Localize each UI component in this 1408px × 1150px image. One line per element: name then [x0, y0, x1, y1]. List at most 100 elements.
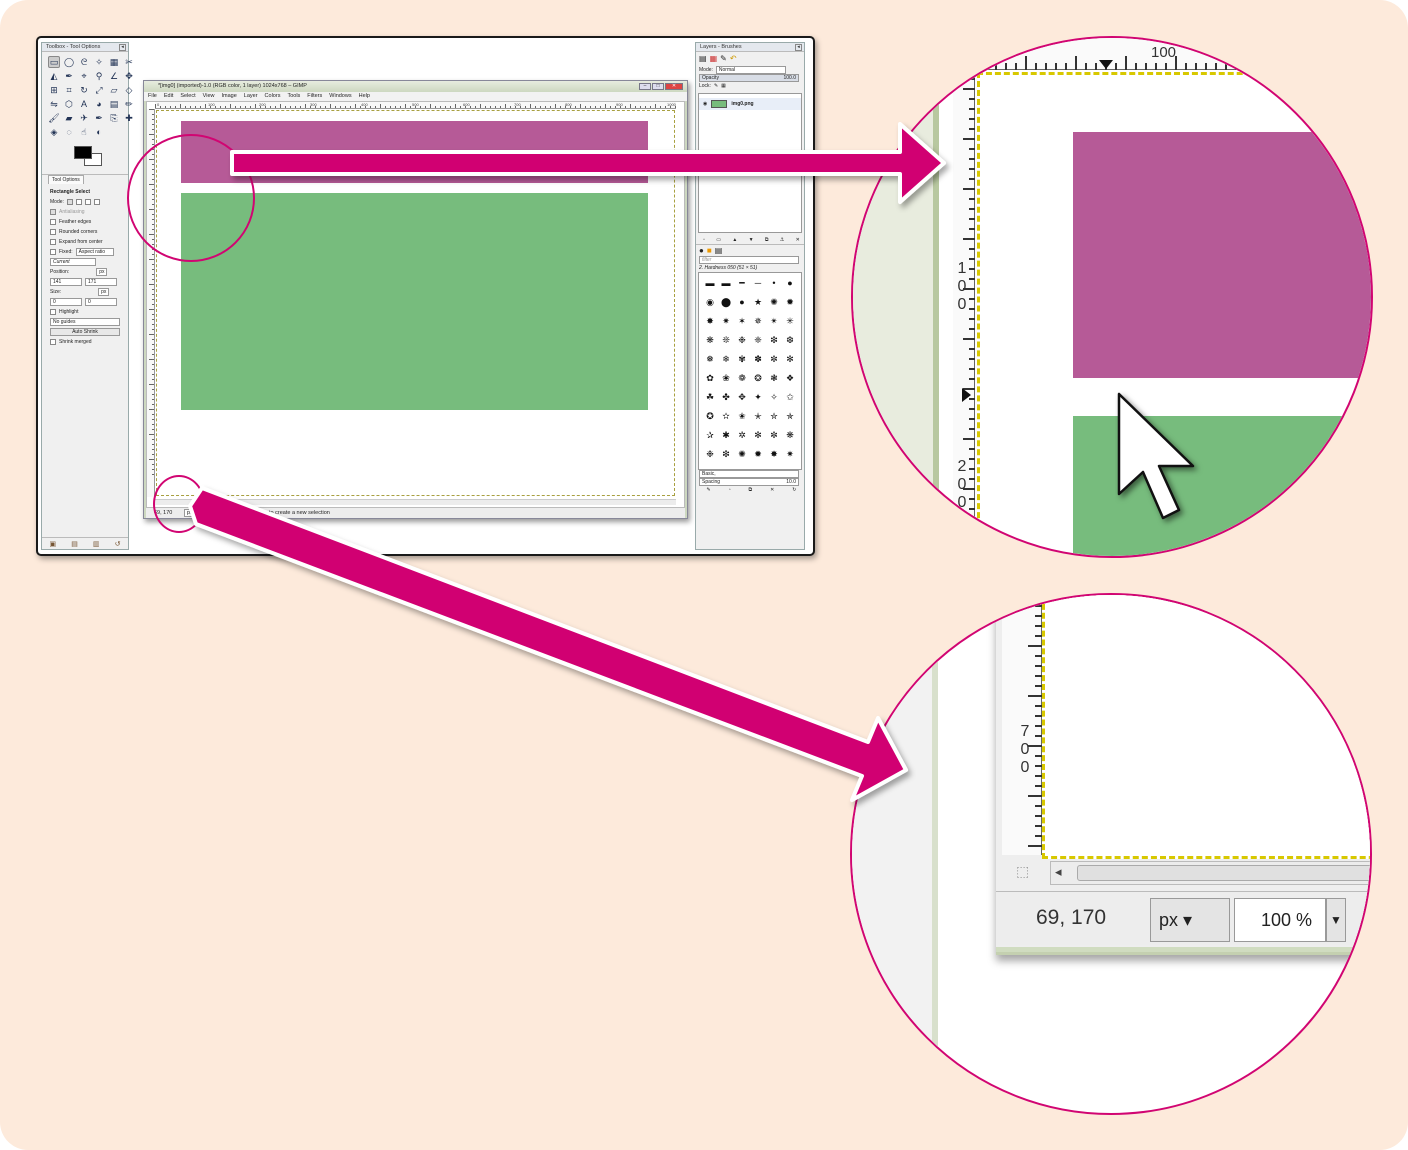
size-unit-select[interactable]: px [98, 288, 110, 296]
free-select-tool-icon[interactable]: ᘓ [78, 56, 90, 68]
foreground-select-tool-icon[interactable]: ◭ [48, 70, 60, 82]
brush-item[interactable]: ✺ [768, 296, 780, 308]
reset-options-icon[interactable]: ↺ [115, 540, 121, 548]
delete-layer-icon[interactable]: ✕ [796, 236, 800, 244]
delete-brush-icon[interactable]: ✕ [770, 486, 774, 494]
refresh-brushes-icon[interactable]: ↻ [792, 486, 796, 494]
brush-item[interactable]: ❆ [784, 334, 796, 346]
brush-item[interactable]: ❁ [736, 372, 748, 384]
menu-filters[interactable]: Filters [307, 92, 322, 101]
brush-item[interactable]: ❀ [720, 372, 732, 384]
cage-tool-icon[interactable]: ⬡ [63, 98, 75, 110]
position-y-input[interactable]: 171 [85, 278, 117, 286]
size-h-input[interactable]: 0 [85, 298, 117, 306]
antialiasing-checkbox[interactable] [50, 209, 56, 215]
brush-item[interactable]: ✹ [752, 449, 764, 461]
eye-icon[interactable]: ◉ [703, 101, 707, 107]
rounded-row[interactable]: Rounded corners [50, 228, 120, 236]
feather-row[interactable]: Feather edges [50, 218, 120, 226]
brush-item[interactable]: ✼ [768, 353, 780, 365]
brush-item[interactable]: ✪ [704, 411, 716, 423]
menu-select[interactable]: Select [180, 92, 195, 101]
brush-item[interactable]: ✻ [784, 353, 796, 365]
quick-mask-icon[interactable]: ⬚ [1016, 863, 1029, 880]
brush-item[interactable]: ❇ [720, 449, 732, 461]
brush-item[interactable]: ✾ [736, 353, 748, 365]
bucket-tool-icon[interactable]: ◕ [93, 98, 105, 110]
airbrush-tool-icon[interactable]: ✈ [78, 112, 90, 124]
brush-item[interactable]: ✬ [736, 411, 748, 423]
position-x-input[interactable]: 141 [50, 278, 82, 286]
brush-item[interactable]: ✻ [752, 430, 764, 442]
scroll-thumb[interactable] [1077, 865, 1370, 881]
rotate-tool-icon[interactable]: ↻ [78, 84, 90, 96]
brush-item[interactable]: ❅ [704, 353, 716, 365]
paths-tab-icon[interactable]: ✎ [720, 55, 727, 63]
smudge-tool-icon[interactable]: ☝ [78, 126, 90, 138]
rounded-checkbox[interactable] [50, 229, 56, 235]
new-layer-icon[interactable]: ▫ [703, 236, 705, 244]
brush-item[interactable]: ✸ [704, 315, 716, 327]
move-tool-icon[interactable]: ✥ [123, 70, 135, 82]
perspective-clone-tool-icon[interactable]: ◈ [48, 126, 60, 138]
menu-windows[interactable]: Windows [329, 92, 351, 101]
brush-item[interactable]: ✷ [784, 449, 796, 461]
crop-tool-icon[interactable]: ⌗ [63, 84, 75, 96]
layer-row[interactable]: ◉ img0.png [699, 98, 801, 110]
lock-alpha-icon[interactable]: ▦ [721, 82, 726, 90]
spacing-slider[interactable]: Spacing 10.0 [699, 478, 799, 486]
perspective-tool-icon[interactable]: ◇ [123, 84, 135, 96]
antialiasing-row[interactable]: Antialiasing [50, 208, 120, 216]
brush-item[interactable]: ✳ [784, 315, 796, 327]
brush-item[interactable]: ✰ [704, 430, 716, 442]
horizontal-scrollbar[interactable] [155, 499, 676, 505]
brush-item[interactable]: ❂ [752, 372, 764, 384]
brush-item[interactable]: ✽ [752, 353, 764, 365]
eraser-tool-icon[interactable]: ▰ [63, 112, 75, 124]
shear-tool-icon[interactable]: ▱ [108, 84, 120, 96]
brush-item[interactable]: ✸ [768, 449, 780, 461]
gradients-tab-icon[interactable]: ▤ [715, 246, 723, 255]
zoom2-zoom-input[interactable]: 100 % [1234, 898, 1326, 942]
fuzzy-select-tool-icon[interactable]: ✧ [93, 56, 105, 68]
brush-item[interactable]: • [768, 277, 780, 289]
feather-checkbox[interactable] [50, 219, 56, 225]
dock-menu-icon[interactable]: ◂ [795, 44, 802, 51]
color-picker-tool-icon[interactable]: ⌖ [78, 70, 90, 82]
brush-item[interactable]: ❉ [736, 334, 748, 346]
brush-item[interactable]: ❈ [752, 334, 764, 346]
paintbrush-tool-icon[interactable]: 🖌 [48, 112, 60, 124]
brush-item[interactable]: ✤ [720, 392, 732, 404]
rect-select-tool-icon[interactable]: ▭ [48, 56, 60, 68]
brush-item[interactable]: ✩ [784, 392, 796, 404]
brush-item[interactable]: ✶ [736, 315, 748, 327]
text-tool-icon[interactable]: A [78, 98, 90, 110]
zoom-select[interactable]: 100 % [201, 509, 224, 517]
menu-image[interactable]: Image [221, 92, 236, 101]
brush-item[interactable]: ✦ [752, 392, 764, 404]
duplicate-layer-icon[interactable]: ⧉ [765, 236, 769, 244]
maximize-icon[interactable]: □ [652, 83, 664, 90]
guides-select[interactable]: No guides [50, 318, 120, 326]
fixed-select[interactable]: Aspect ratio [75, 248, 114, 256]
close-icon[interactable]: ✕ [665, 83, 683, 90]
brush-item[interactable]: ✵ [752, 315, 764, 327]
highlight-checkbox[interactable] [50, 309, 56, 315]
heal-tool-icon[interactable]: ✚ [123, 112, 135, 124]
layers-tab-icon[interactable]: ▤ [699, 55, 707, 63]
scroll-left-icon[interactable]: ◂ [1055, 864, 1062, 880]
brush-item[interactable]: ✺ [736, 449, 748, 461]
brush-item[interactable]: ✮ [768, 411, 780, 423]
align-tool-icon[interactable]: ⊞ [48, 84, 60, 96]
ink-tool-icon[interactable]: ✒ [93, 112, 105, 124]
zoom-tool-icon[interactable]: ⚲ [93, 70, 105, 82]
flip-tool-icon[interactable]: ⇋ [48, 98, 60, 110]
brush-item[interactable]: ❉ [704, 449, 716, 461]
pencil-tool-icon[interactable]: ✏ [123, 98, 135, 110]
raise-layer-icon[interactable]: ▲ [732, 236, 737, 244]
restore-options-icon[interactable]: ▤ [71, 540, 78, 548]
brush-item[interactable]: ✿ [704, 372, 716, 384]
mode-replace-button[interactable] [66, 199, 73, 205]
undo-tab-icon[interactable]: ↶ [730, 55, 737, 63]
zoom2-dropdown-icon[interactable]: ▼ [1326, 898, 1346, 942]
